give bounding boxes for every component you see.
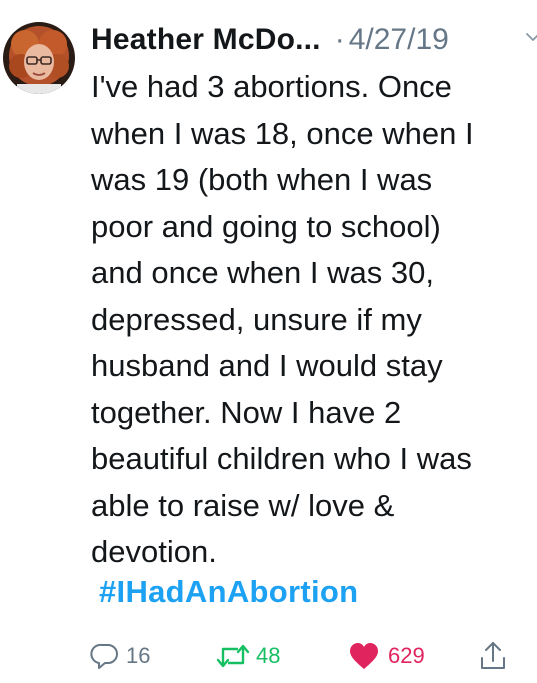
- chevron-down-icon[interactable]: [526, 30, 537, 44]
- share-button[interactable]: [478, 636, 508, 676]
- reply-icon: [90, 643, 118, 669]
- like-count: 629: [388, 643, 425, 668]
- avatar[interactable]: [3, 22, 75, 94]
- tweet-text: I've had 3 abortions. Once when I was 18…: [91, 69, 474, 569]
- like-button[interactable]: 629: [348, 636, 425, 676]
- heart-icon: [350, 643, 378, 669]
- share-icon: [481, 642, 505, 669]
- reply-count: 16: [126, 643, 151, 668]
- author-name[interactable]: Heather McDo...: [91, 23, 321, 57]
- tweet-actions: 16 48 629: [90, 636, 530, 676]
- avatar-image: [3, 22, 75, 94]
- retweet-button[interactable]: 48: [216, 636, 280, 676]
- reply-button[interactable]: 16: [90, 636, 150, 676]
- tweet[interactable]: Heather McDo... · 4/27/19 I've had 3 abo…: [0, 0, 537, 683]
- tweet-date[interactable]: 4/27/19: [349, 23, 449, 57]
- tweet-header: Heather McDo... · 4/27/19: [91, 18, 449, 62]
- separator-dot: ·: [334, 23, 345, 56]
- retweet-count: 48: [256, 643, 281, 668]
- retweet-icon: [216, 644, 250, 668]
- hashtag-link[interactable]: #IHadAnAbortion: [99, 574, 358, 610]
